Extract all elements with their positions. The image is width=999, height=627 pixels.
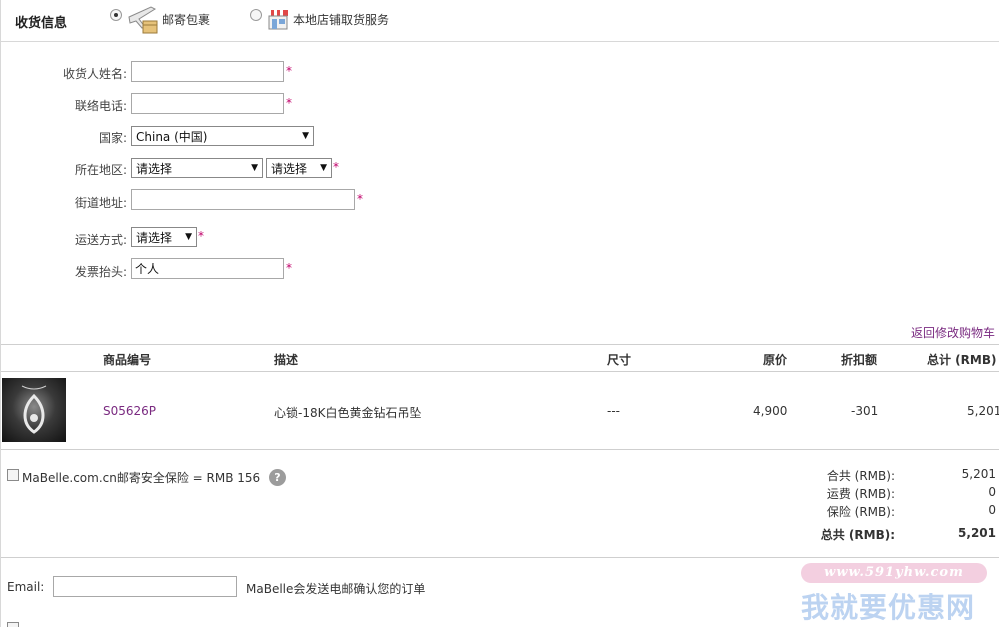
airplane-parcel-icon	[128, 6, 158, 34]
watermark-url: www.591yhw.com	[801, 563, 987, 583]
shipping-fee-label: 运费 (RMB):	[826, 487, 895, 501]
recipient-name-label: 收货人姓名:	[62, 67, 127, 81]
col-header-total: 总计 (RMB)	[927, 353, 997, 367]
shipping-method-select[interactable]: 请选择 ▼	[131, 227, 197, 247]
pendant-image	[21, 385, 47, 434]
email-input[interactable]	[53, 576, 237, 597]
city-select[interactable]: 请选择 ▼	[266, 158, 332, 178]
email-label: Email:	[7, 580, 45, 594]
shipping-fee-value: 0	[988, 485, 996, 499]
table-top-divider	[1, 344, 999, 345]
country-select[interactable]: China (中国) ▼	[131, 126, 314, 146]
mail-delivery-label: 邮寄包裹	[162, 13, 211, 27]
table-bottom-divider	[1, 449, 999, 450]
section-title: 收货信息	[15, 16, 68, 31]
checkout-page: 收货信息 邮寄包裹 本地店铺取货服务 收货人姓名: * 联络电话: * 国家:	[0, 0, 999, 627]
insurance-fee-label: 保险 (RMB):	[826, 505, 895, 519]
required-mark: *	[286, 261, 292, 275]
country-select-value: China (中国)	[136, 129, 208, 144]
next-checkbox[interactable]	[7, 622, 19, 627]
required-mark: *	[357, 192, 363, 206]
product-size: ---	[607, 404, 620, 418]
street-label: 街道地址:	[74, 196, 127, 210]
product-description: 心锁-18K白色黄金钻石吊坠	[274, 406, 422, 420]
required-mark: *	[333, 160, 339, 174]
dropdown-arrow-icon: ▼	[320, 163, 327, 173]
col-header-description: 描述	[274, 353, 299, 367]
product-thumbnail[interactable]	[2, 378, 66, 442]
back-to-cart-link[interactable]: 返回修改购物车	[911, 324, 995, 341]
col-header-code: 商品编号	[103, 353, 152, 367]
store-pickup-label: 本地店铺取货服务	[293, 13, 390, 27]
shipping-method-value: 请选择	[136, 230, 173, 245]
phone-label: 联络电话:	[74, 99, 127, 113]
mail-delivery-radio[interactable]	[110, 9, 122, 21]
email-section-divider	[1, 557, 999, 558]
col-header-price: 原价	[763, 353, 788, 367]
recipient-name-input[interactable]	[131, 61, 284, 82]
required-mark: *	[286, 96, 292, 110]
dropdown-arrow-icon: ▼	[302, 131, 309, 141]
watermark-name: 我就要优惠网	[801, 591, 976, 624]
col-header-size: 尺寸	[607, 353, 632, 367]
dropdown-arrow-icon: ▼	[185, 232, 192, 242]
subtotal-label: 合共 (RMB):	[826, 469, 895, 483]
dropdown-arrow-icon: ▼	[251, 163, 258, 173]
subtotal-value: 5,201	[961, 467, 996, 481]
region-label: 所在地区:	[74, 163, 127, 177]
grand-total-label: 总共 (RMB):	[820, 528, 895, 542]
shipping-method-label: 运送方式:	[74, 233, 127, 247]
product-code-link[interactable]: S05626P	[103, 404, 156, 418]
street-address-input[interactable]	[131, 189, 355, 210]
table-header-divider	[1, 371, 999, 372]
store-icon	[268, 10, 288, 30]
insurance-checkbox[interactable]	[7, 469, 19, 481]
help-icon[interactable]: ?	[269, 469, 286, 486]
country-label: 国家:	[98, 131, 127, 145]
province-select-value: 请选择	[136, 161, 173, 176]
col-header-discount: 折扣额	[841, 353, 878, 367]
province-select[interactable]: 请选择 ▼	[131, 158, 263, 178]
invoice-title-input[interactable]	[131, 258, 284, 279]
invoice-title-label: 发票抬头:	[74, 265, 127, 279]
city-select-value: 请选择	[271, 161, 308, 176]
grand-total-value: 5,201	[958, 526, 996, 540]
required-mark: *	[286, 64, 292, 78]
phone-input[interactable]	[131, 93, 284, 114]
required-mark: *	[198, 229, 204, 243]
insurance-label: MaBelle.com.cn邮寄安全保险 = RMB 156	[22, 471, 261, 485]
delivery-header: 收货信息 邮寄包裹 本地店铺取货服务	[1, 0, 999, 42]
product-total: 5,201	[967, 404, 999, 418]
product-price: 4,900	[753, 404, 788, 418]
store-pickup-radio[interactable]	[250, 9, 262, 21]
insurance-fee-value: 0	[988, 503, 996, 517]
email-note: MaBelle会发送电邮确认您的订单	[246, 582, 426, 596]
product-discount: -301	[851, 404, 879, 418]
